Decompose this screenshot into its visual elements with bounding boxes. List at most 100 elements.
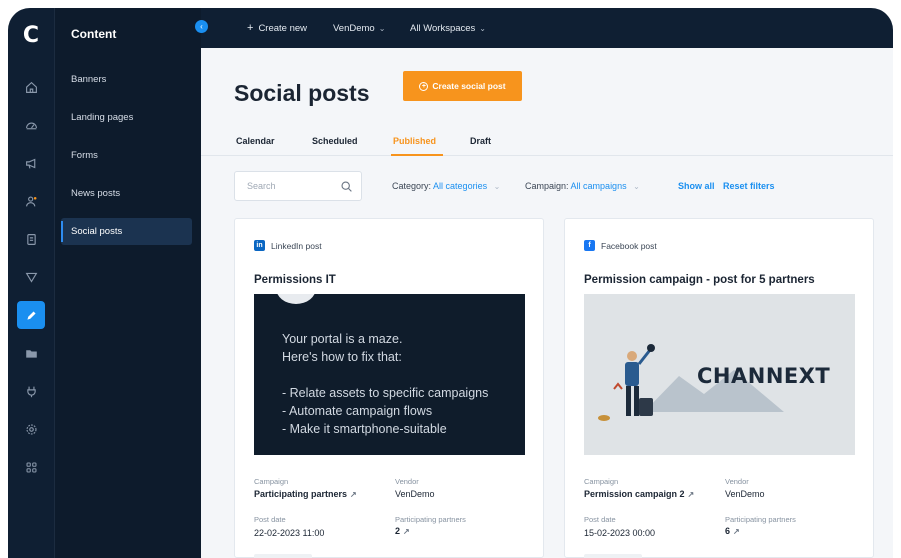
vendor-name: VenDemo	[725, 489, 765, 499]
post-date: 15-02-2023 00:00	[584, 528, 656, 538]
linkedin-icon: in	[254, 240, 265, 251]
post-type-label: Facebook post	[601, 240, 657, 251]
sidebar-item-banners[interactable]: Banners	[61, 66, 192, 93]
partners-label: Participating partners	[395, 515, 466, 524]
card-action[interactable]	[584, 554, 642, 558]
post-date-label: Post date	[584, 515, 616, 524]
partners-link[interactable]: 6 ↗	[725, 526, 740, 536]
plus-icon: +	[247, 22, 254, 34]
post-title[interactable]: Permission campaign - post for 5 partner…	[584, 274, 815, 286]
external-link-icon: ↗	[403, 527, 410, 536]
vendor-dropdown[interactable]: VenDemo ⌄	[333, 8, 385, 48]
reset-filters-link[interactable]: Reset filters	[723, 181, 775, 191]
category-filter-label: Category:	[392, 181, 432, 191]
search-icon	[340, 180, 353, 193]
partners-count: 2	[395, 526, 401, 536]
sidebar-item-news-posts[interactable]: News posts	[61, 180, 192, 207]
card-action[interactable]	[254, 554, 312, 558]
campaign-label: Campaign	[254, 477, 289, 486]
app-logo[interactable]: C	[20, 24, 42, 48]
post-title[interactable]: Permissions IT	[254, 274, 336, 286]
campaign-filter[interactable]: Campaign: All campaigns ⌄	[525, 181, 640, 191]
app-window: C Content Banners Landing pages Forms Ne…	[8, 8, 893, 558]
dashboard-icon[interactable]	[17, 111, 45, 139]
tab-calendar[interactable]: Calendar	[236, 136, 275, 146]
brand-text: CHANNEXT	[697, 364, 831, 388]
external-link-icon: ↗	[733, 527, 740, 536]
tab-draft[interactable]: Draft	[470, 136, 491, 146]
post-card[interactable]: f Facebook post Permission campaign - po…	[564, 218, 874, 558]
active-tab-indicator	[391, 154, 443, 156]
workspace-label: All Workspaces	[410, 22, 476, 34]
sidebar-item-landing-pages[interactable]: Landing pages	[61, 104, 192, 131]
partners-link[interactable]: 2 ↗	[395, 526, 410, 536]
apps-icon[interactable]	[17, 453, 45, 481]
create-social-post-button[interactable]: + Create social post	[403, 71, 522, 101]
vendor-label: Vendor	[725, 477, 749, 486]
partners-count: 6	[725, 526, 731, 536]
settings-icon[interactable]	[17, 415, 45, 443]
post-date: 22-02-2023 11:00	[254, 528, 325, 538]
create-social-post-label: Create social post	[432, 81, 506, 91]
home-icon[interactable]	[17, 73, 45, 101]
campaign-label: Campaign	[584, 477, 619, 486]
post-type: in LinkedIn post	[254, 240, 322, 251]
content-sidebar: Content Banners Landing pages Forms News…	[54, 8, 201, 558]
post-image: Your portal is a maze. Here's how to fix…	[254, 294, 525, 455]
folder-icon[interactable]	[17, 339, 45, 367]
users-icon[interactable]	[17, 187, 45, 215]
sidebar-item-social-posts[interactable]: Social posts	[61, 218, 192, 245]
create-new-label: Create new	[258, 22, 308, 34]
external-link-icon: ↗	[350, 490, 357, 499]
tab-scheduled[interactable]: Scheduled	[312, 136, 358, 146]
sidebar-item-label: News posts	[71, 188, 121, 199]
campaign-name: Permission campaign 2	[584, 489, 685, 499]
category-filter[interactable]: Category: All categories ⌄	[392, 181, 500, 191]
top-bar: + Create new VenDemo ⌄ All Workspaces ⌄	[201, 8, 893, 48]
chevron-down-icon: ⌄	[493, 182, 501, 191]
document-icon[interactable]	[17, 225, 45, 253]
post-type-label: LinkedIn post	[271, 240, 322, 251]
plug-icon[interactable]	[17, 377, 45, 405]
partners-label: Participating partners	[725, 515, 796, 524]
sidebar-title: Content	[71, 27, 117, 41]
chevron-down-icon: ⌄	[378, 23, 386, 33]
vendor-label: VenDemo	[333, 22, 375, 34]
search-input[interactable]: Search	[234, 171, 362, 201]
vendor-name: VenDemo	[395, 489, 435, 499]
vendor-label: Vendor	[395, 477, 419, 486]
sidebar-item-label: Social posts	[71, 226, 123, 237]
show-all-link[interactable]: Show all	[678, 181, 715, 191]
workspace-dropdown[interactable]: All Workspaces ⌄	[410, 8, 486, 48]
post-image: CHANNEXT	[584, 294, 855, 455]
image-text-line: - Relate assets to specific campaigns	[282, 386, 489, 400]
sidebar-item-label: Forms	[71, 150, 98, 161]
campaign-name: Participating partners	[254, 489, 348, 499]
campaign-link[interactable]: Permission campaign 2 ↗	[584, 489, 694, 499]
image-text-line: - Automate campaign flows	[282, 404, 433, 418]
search-placeholder: Search	[247, 181, 276, 191]
facebook-icon: f	[584, 240, 595, 251]
chevron-left-icon: ‹	[200, 22, 203, 31]
megaphone-icon[interactable]	[17, 149, 45, 177]
external-link-icon: ↗	[687, 490, 695, 499]
sidebar-item-label: Banners	[71, 74, 107, 85]
icon-rail: C	[8, 8, 54, 558]
filter-icon[interactable]	[17, 263, 45, 291]
page-header: Social posts + Create social post Calend…	[201, 48, 893, 156]
tab-published[interactable]: Published	[393, 136, 436, 146]
campaign-filter-label: Campaign:	[525, 181, 569, 191]
image-text-line: Your portal is a maze.	[282, 332, 403, 346]
post-type: f Facebook post	[584, 240, 657, 251]
avatar-shape	[276, 294, 316, 304]
create-new-button[interactable]: + Create new	[247, 8, 307, 48]
post-card[interactable]: in LinkedIn post Permissions IT Your por…	[234, 218, 544, 558]
pencil-icon[interactable]	[17, 301, 45, 329]
collapse-sidebar-button[interactable]: ‹	[195, 20, 208, 33]
post-date-label: Post date	[254, 515, 286, 524]
image-text-line: - Make it smartphone-suitable	[282, 422, 447, 436]
campaign-link[interactable]: Participating partners ↗	[254, 489, 357, 499]
image-text-line: Here's how to fix that:	[282, 350, 402, 364]
category-filter-value: All categories	[433, 181, 488, 191]
sidebar-item-forms[interactable]: Forms	[61, 142, 192, 169]
